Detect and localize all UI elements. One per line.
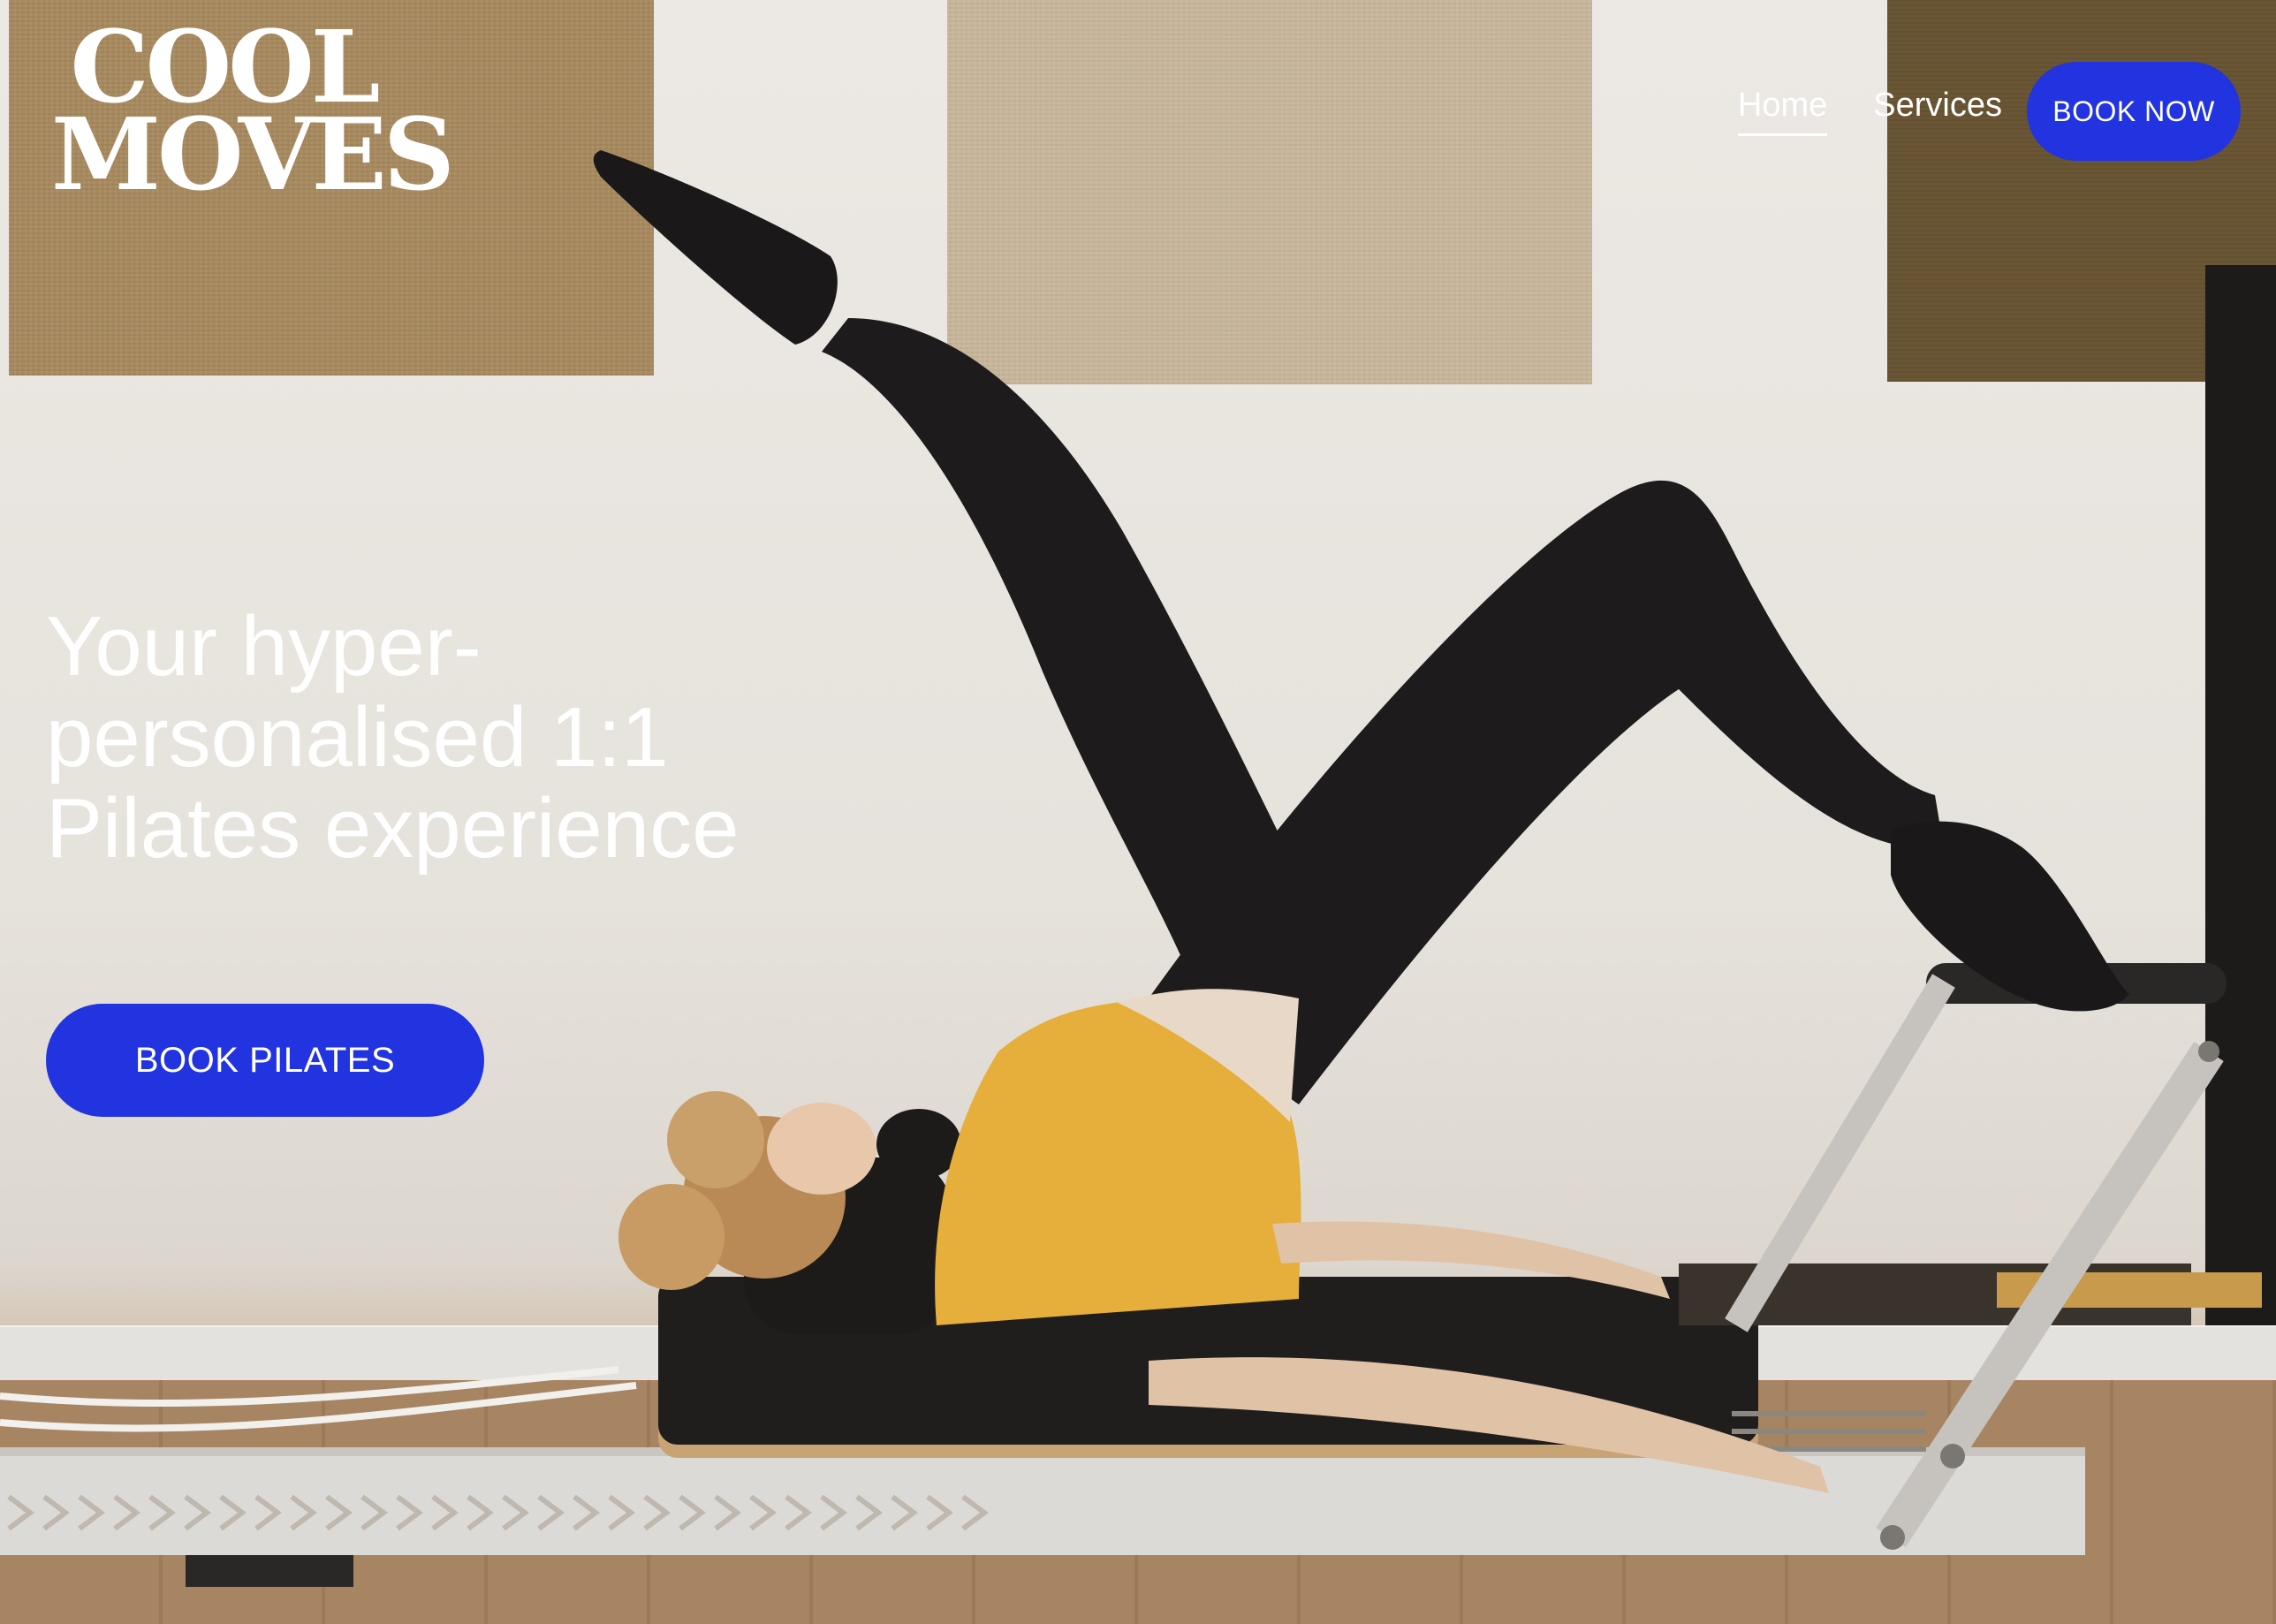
raised-foot [593, 150, 838, 345]
brand-logo[interactable]: COOL MOVES [51, 19, 455, 213]
book-now-button[interactable]: BOOK NOW [2027, 62, 2241, 161]
raised-leg [822, 318, 1316, 963]
headline-line-1: Your hyper- [46, 599, 482, 694]
face [767, 1103, 876, 1195]
nav-link-home[interactable]: Home [1737, 87, 1828, 136]
headline-line-2: personalised 1:1 [46, 690, 669, 785]
hero-headline: Your hyper- personalised 1:1 Pilates exp… [46, 601, 841, 874]
logo-line-2: MOVES [51, 96, 455, 213]
main-nav: Home Services BOOK NOW [1737, 62, 2241, 161]
nav-link-services[interactable]: Services [1873, 87, 2002, 136]
book-pilates-button[interactable]: BOOK PILATES [46, 1004, 484, 1117]
hero-section: COOL MOVES Home Services BOOK NOW Your h… [0, 0, 2276, 1624]
headline-line-3: Pilates experience [46, 781, 740, 876]
